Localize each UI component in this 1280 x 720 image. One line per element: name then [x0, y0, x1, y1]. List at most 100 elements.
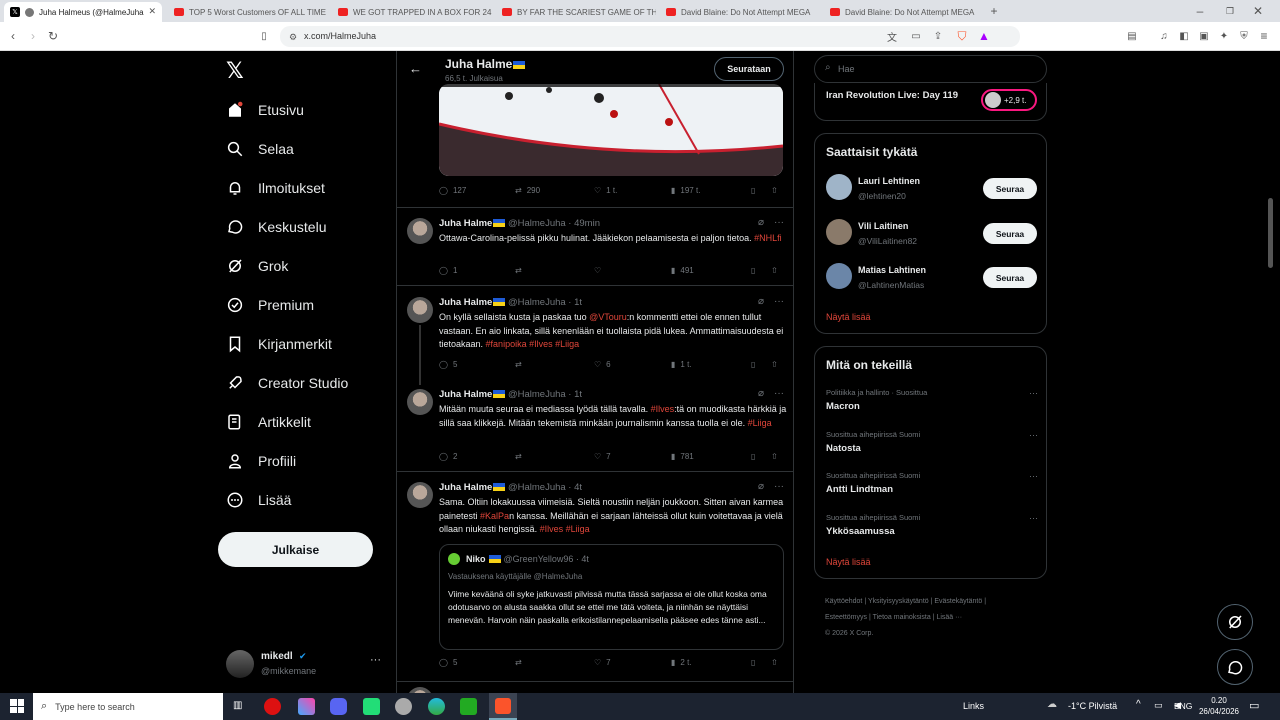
cast-icon[interactable]: ▭ [908, 28, 924, 44]
browser-tab-active[interactable]: 𝕏 Juha Halmeus (@HalmeJuha ✕ [4, 2, 162, 22]
bookmark-icon[interactable]: ▯ [751, 452, 755, 461]
footer-link[interactable]: Yksityisyyskäytäntö [868, 598, 929, 605]
account-switcher[interactable]: mikedl ✔ @mikkemane ··· [226, 650, 396, 680]
tweet[interactable]: Juha Halme @HalmeJuha · 1t ⌀ ··· Mitään … [397, 379, 793, 472]
share-icon[interactable]: ⇧ [771, 360, 778, 369]
share-icon[interactable]: ⇧ [771, 266, 778, 275]
grok-icon[interactable]: ⌀ [758, 481, 764, 492]
tweet[interactable]: Juha Halme @HalmeJuha · 1t ⌀ ··· On kyll… [397, 287, 793, 385]
forward-icon[interactable]: › [25, 28, 41, 44]
reply-button[interactable]: ◯ 5 [439, 360, 457, 369]
like-button[interactable]: ♡ 1 t. [594, 186, 617, 195]
taskbar-search-input[interactable]: ⌕ Type here to search [33, 693, 223, 720]
nav-profile[interactable]: Profiili [226, 449, 296, 473]
nav-more[interactable]: Lisää [226, 488, 291, 512]
browser-tab[interactable]: TOP 5 Worst Customers OF ALL TIME [168, 2, 328, 22]
messages-fab[interactable] [1217, 649, 1253, 685]
clock[interactable]: 0.20 26/04/2026 [1198, 695, 1240, 717]
brave-taskbar-icon[interactable] [489, 693, 517, 720]
share-icon[interactable]: ⇧ [771, 186, 778, 195]
show-more-link[interactable]: Näytä lisää [826, 557, 871, 567]
more-dots-icon[interactable]: ··· [774, 481, 784, 492]
nav-creator-studio[interactable]: Creator Studio [226, 371, 348, 395]
grok-icon[interactable]: ⌀ [758, 217, 764, 228]
app-icon[interactable] [363, 698, 380, 715]
app-icon[interactable] [395, 698, 412, 715]
discord-icon[interactable] [330, 698, 347, 715]
footer-link[interactable]: Käyttöehdot [825, 598, 862, 605]
more-dots-icon[interactable]: ··· [1029, 388, 1038, 398]
hashtag[interactable]: #Ilves [651, 404, 675, 414]
retweet-button[interactable]: ⇄ 290 [515, 186, 540, 195]
maximize-icon[interactable]: ❐ [1222, 3, 1238, 19]
bookmark-icon[interactable]: ▯ [256, 28, 272, 44]
retweet-icon[interactable]: ⇄ [515, 452, 522, 461]
task-view-icon[interactable]: ▥ [233, 700, 242, 711]
sidebar-icon[interactable]: ◧ [1176, 28, 1192, 44]
more-dots-icon[interactable]: ··· [774, 217, 784, 228]
retweet-icon[interactable]: ⇄ [515, 658, 522, 667]
leo-icon[interactable]: ✦ [1216, 28, 1232, 44]
windows-start-icon[interactable] [10, 699, 24, 713]
network-icon[interactable]: ▭ [1154, 700, 1163, 711]
new-tab-icon[interactable]: + [986, 3, 1002, 19]
views-button[interactable]: ▮ 491 [671, 266, 694, 275]
more-dots-icon[interactable]: ··· [370, 654, 381, 666]
reply-button[interactable]: ◯ 1 [439, 266, 457, 275]
nav-articles[interactable]: Artikkelit [226, 410, 311, 434]
views-button[interactable]: ▮ 197 t. [671, 186, 700, 195]
bookmark-button[interactable]: ▯ [751, 186, 755, 195]
grok-icon[interactable]: ⌀ [758, 388, 764, 399]
nav-notifications[interactable]: Ilmoitukset [226, 176, 325, 200]
trend-item[interactable]: Suosittua aihepiirissä Suomi Ykkösaamuss… [815, 510, 1048, 544]
x-logo-icon[interactable]: 𝕏 [226, 58, 244, 84]
trend-item[interactable]: Suosittua aihepiirissä Suomi Natosta ··· [815, 427, 1048, 461]
avatar[interactable] [407, 218, 433, 244]
like-button[interactable]: ♡ 6 [594, 360, 611, 369]
views-button[interactable]: ▮ 781 [671, 452, 694, 461]
bookmark-icon[interactable]: ▯ [751, 360, 755, 369]
app-icon[interactable] [298, 698, 315, 715]
suggestion[interactable]: Lauri Lehtinen @lehtinen20 Seuraa [815, 170, 1048, 210]
quoted-tweet[interactable]: Niko @GreenYellow96 · 4t Vastauksena käy… [439, 544, 784, 650]
retweet-icon[interactable]: ⇄ [515, 360, 522, 369]
follow-button[interactable]: Seuraa [983, 223, 1037, 244]
hashtag[interactable]: #KalPa [480, 511, 509, 521]
browser-tab[interactable]: WE GOT TRAPPED IN A BOX FOR 24 H [332, 2, 492, 22]
browser-tab[interactable]: David Blaine: Do Not Attempt MEGA [824, 2, 984, 22]
footer-link[interactable]: Evästekäytäntö [934, 598, 982, 605]
nav-messages[interactable]: Keskustelu [226, 215, 326, 239]
hashtag[interactable]: #Liiga [748, 418, 772, 428]
more-dots-icon[interactable]: ··· [1029, 513, 1038, 523]
close-tab-icon[interactable]: ✕ [148, 6, 156, 17]
opera-icon[interactable] [264, 698, 281, 715]
site-info-icon[interactable]: ⚙ [285, 29, 301, 45]
edge-icon[interactable] [428, 698, 445, 715]
grok-fab[interactable] [1217, 604, 1253, 640]
nav-explore[interactable]: Selaa [226, 137, 294, 161]
following-button[interactable]: Seurataan [714, 57, 784, 81]
share-icon[interactable]: ⇪ [930, 28, 946, 44]
weather-text[interactable]: -1°C Pilvistä [1068, 701, 1117, 711]
heart-icon[interactable]: ♡ [594, 266, 601, 275]
footer-link[interactable]: Lisää ··· [936, 614, 962, 621]
tray-chevron-icon[interactable]: ^ [1136, 699, 1141, 710]
like-button[interactable]: ♡ 7 [594, 658, 611, 667]
tweet[interactable]: Juha Halme @HalmeJuha · 4t ⌀ ··· Sama. O… [397, 472, 793, 682]
bookmark-icon[interactable]: ▯ [751, 658, 755, 667]
like-button[interactable]: ♡ 7 [594, 452, 611, 461]
suggestion[interactable]: Vili Laitinen @ViliLaitinen82 Seuraa [815, 215, 1048, 255]
media-icon[interactable]: ♫ [1156, 28, 1172, 44]
views-button[interactable]: ▮ 1 t. [671, 360, 692, 369]
share-icon[interactable]: ⇧ [771, 658, 778, 667]
app-icon[interactable] [460, 698, 477, 715]
more-dots-icon[interactable]: ··· [1029, 430, 1038, 440]
avatar[interactable] [407, 482, 433, 508]
back-icon[interactable]: ‹ [5, 28, 21, 44]
footer-link[interactable]: Esteettömyys [825, 614, 867, 621]
retweet-icon[interactable]: ⇄ [515, 266, 522, 275]
live-event-card[interactable]: Iran Revolution Live: Day 119 +2,9 t. [814, 83, 1047, 121]
links-toolbar[interactable]: Links [963, 701, 984, 711]
footer-link[interactable]: Tietoa mainoksista [873, 614, 931, 621]
follow-button[interactable]: Seuraa [983, 178, 1037, 199]
